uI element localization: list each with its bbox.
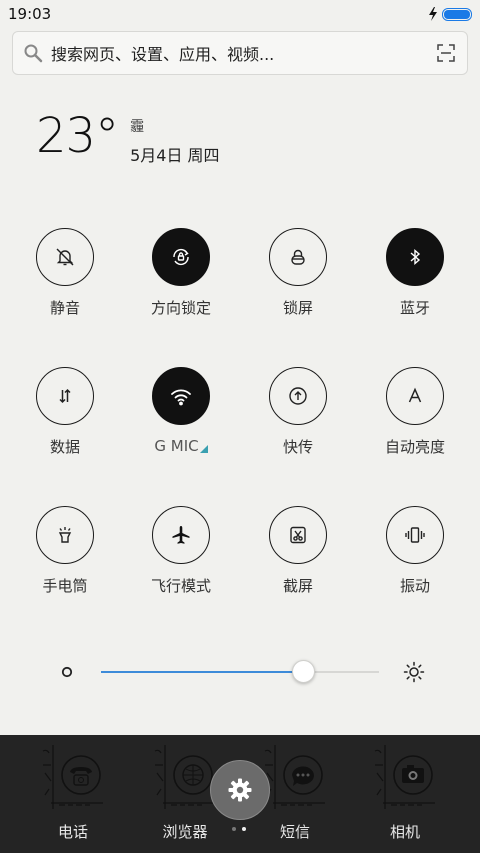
data-arrows-icon <box>36 367 94 425</box>
status-icons <box>428 7 472 21</box>
dock-app-label: 电话 <box>57 823 88 841</box>
brightness-slider[interactable] <box>0 650 480 694</box>
bell-off-icon <box>36 228 94 286</box>
upload-icon <box>269 367 327 425</box>
camera-icon <box>371 743 439 811</box>
page-indicator <box>232 827 246 831</box>
weather-condition: 霾 <box>130 119 145 135</box>
wifi-network-name: G MIC <box>154 437 199 455</box>
weather-date: 5月4日 周四 <box>130 146 220 165</box>
toggle-data[interactable]: 数据 <box>5 367 125 456</box>
battery-icon <box>442 7 472 21</box>
flashlight-icon <box>36 506 94 564</box>
toggle-lock-screen[interactable]: 锁屏 <box>238 228 358 317</box>
toggle-mute[interactable]: 静音 <box>5 228 125 317</box>
toggle-auto-brightness[interactable]: 自动亮度 <box>355 367 475 456</box>
toggle-wifi[interactable]: G MIC <box>121 367 241 456</box>
toggle-label: 快传 <box>282 438 313 456</box>
dock-app-camera[interactable]: 相机 <box>355 743 455 842</box>
gear-icon <box>228 778 252 802</box>
toggle-label: 蓝牙 <box>399 299 430 317</box>
toggle-label: 截屏 <box>282 577 313 595</box>
toggle-rotation-lock[interactable]: 方向锁定 <box>121 228 241 317</box>
scan-icon[interactable] <box>437 44 455 62</box>
toggle-bluetooth[interactable]: 蓝牙 <box>355 228 475 317</box>
toggle-label: 振动 <box>399 577 430 595</box>
weather-widget[interactable]: 23° 霾 5月4日 周四 <box>36 110 220 166</box>
toggle-label: G MIC <box>154 436 208 456</box>
brightness-high-icon <box>403 661 425 683</box>
toggle-quick-transfer[interactable]: 快传 <box>238 367 358 456</box>
dock-app-label: 短信 <box>279 823 310 841</box>
screenshot-icon <box>269 506 327 564</box>
battery-level <box>444 9 470 19</box>
dock-app-label: 浏览器 <box>162 823 208 841</box>
bolt-icon <box>429 7 437 21</box>
message-icon <box>261 743 329 811</box>
temperature: 23° <box>36 108 119 164</box>
brightness-track[interactable] <box>101 671 379 673</box>
toggle-label: 锁屏 <box>282 299 313 317</box>
page-dot-active <box>242 827 246 831</box>
toggle-label: 自动亮度 <box>384 438 445 456</box>
signal-indicator-icon <box>199 445 208 453</box>
settings-button[interactable] <box>210 760 270 820</box>
search-bar[interactable]: 搜索网页、设置、应用、视频... <box>12 31 468 75</box>
brightness-fill <box>101 671 304 673</box>
toggle-label: 数据 <box>49 438 80 456</box>
phone-icon <box>39 743 107 811</box>
search-icon <box>24 44 43 63</box>
lock-icon <box>269 228 327 286</box>
rotation-lock-icon <box>152 228 210 286</box>
toggle-screenshot[interactable]: 截屏 <box>238 506 358 595</box>
status-bar: 19:03 <box>0 0 480 28</box>
search-placeholder: 搜索网页、设置、应用、视频... <box>51 45 275 64</box>
toggle-label: 飞行模式 <box>150 577 211 595</box>
toggle-flashlight[interactable]: 手电筒 <box>5 506 125 595</box>
toggle-airplane[interactable]: 飞行模式 <box>121 506 241 595</box>
browser-icon <box>151 743 219 811</box>
clock: 19:03 <box>8 5 52 23</box>
page-dot <box>232 827 236 831</box>
airplane-icon <box>152 506 210 564</box>
bluetooth-icon <box>386 228 444 286</box>
toggle-label: 静音 <box>49 299 80 317</box>
toggle-vibrate[interactable]: 振动 <box>355 506 475 595</box>
dock-app-phone[interactable]: 电话 <box>23 743 123 842</box>
vibrate-icon <box>386 506 444 564</box>
brightness-low-icon <box>61 666 73 678</box>
toggle-label: 手电筒 <box>42 577 88 595</box>
brightness-thumb[interactable] <box>292 660 316 683</box>
wifi-icon <box>152 367 210 425</box>
auto-brightness-icon <box>386 367 444 425</box>
toggle-label: 方向锁定 <box>150 299 211 317</box>
dock-app-label: 相机 <box>389 823 420 841</box>
